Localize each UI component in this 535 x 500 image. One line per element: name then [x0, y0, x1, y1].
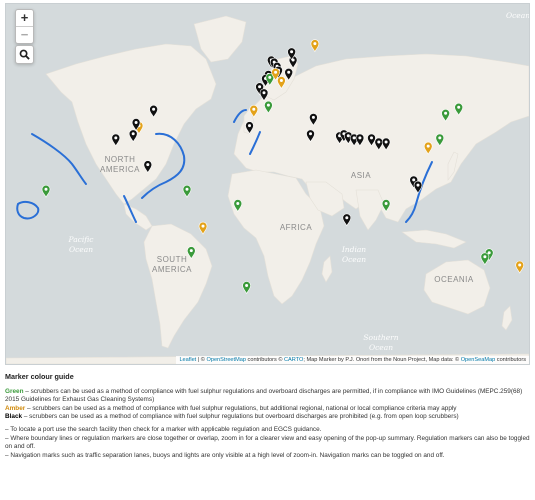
map-marker-green[interactable]	[182, 184, 192, 198]
guide-notes: – To locate a port use the search facili…	[5, 426, 530, 460]
amber-label: Amber	[5, 404, 26, 412]
north-label: NORTH	[105, 155, 136, 164]
amber-text: – scrubbers can be used as a method of c…	[25, 404, 457, 412]
map-marker-green[interactable]	[242, 281, 251, 295]
new-zealand-land	[501, 305, 513, 331]
south-america-land	[143, 223, 213, 349]
world-map[interactable]: Pacific Ocean Indian Ocean Southern Ocea…	[5, 3, 530, 365]
map-attribution: Leaflet | © OpenStreetMap contributors ©…	[176, 356, 529, 364]
eca-line-hawaii	[16, 200, 40, 220]
indian-ocean-label: Ocean	[342, 255, 366, 264]
pacific-ocean-label: Ocean	[69, 245, 93, 254]
note-zoom: – Where boundary lines or regulation mar…	[5, 434, 530, 451]
map-marker-black[interactable]	[342, 213, 352, 227]
land-layer	[6, 15, 529, 364]
eca-line-pacific-alaska	[31, 133, 87, 185]
central-america-land	[123, 203, 153, 231]
search-icon	[19, 49, 30, 60]
south-label: SOUTH	[157, 255, 188, 264]
guide-amber-row: Amber – scrubbers can be used as a metho…	[5, 405, 530, 414]
australia-land	[423, 259, 491, 315]
marker-colour-guide: Marker colour guide Green – scrubbers ca…	[5, 372, 530, 460]
note-navigation: – Navigation marks such as traffic separ…	[5, 451, 445, 459]
openseamap-link[interactable]: OpenSeaMap	[461, 357, 496, 363]
map-canvas: Pacific Ocean Indian Ocean Southern Ocea…	[6, 11, 529, 364]
pacific-label: Pacific	[68, 235, 95, 244]
zoom-in-button[interactable]: +	[16, 10, 33, 27]
guide-green-row: Green – scrubbers can be used as a metho…	[5, 388, 530, 405]
green-text: – scrubbers can be used as a method of c…	[5, 387, 523, 404]
india-land	[355, 189, 385, 231]
attribution-contrib: contributors ©	[245, 357, 284, 363]
black-text: – scrubbers can be used as a method of c…	[22, 413, 459, 421]
map-marker-green[interactable]	[41, 184, 51, 198]
green-label: Green	[5, 387, 24, 395]
osm-link[interactable]: OpenStreetMap	[206, 357, 246, 363]
carto-link[interactable]: CARTO	[284, 357, 303, 363]
search-button[interactable]	[15, 45, 34, 64]
map-marker-green[interactable]	[480, 252, 490, 266]
attribution-tail: contributors	[495, 357, 526, 363]
north-america-land	[45, 43, 217, 205]
madagascar-land	[321, 255, 333, 283]
zoom-out-button[interactable]: −	[16, 27, 33, 43]
guide-heading: Marker colour guide	[5, 372, 74, 381]
map-marker-amber[interactable]	[310, 39, 320, 53]
arctic-ocean-label: Ocean	[506, 11, 529, 20]
indian-label: Indian	[341, 245, 366, 254]
southern-label: Southern	[363, 333, 398, 342]
indonesia-land	[401, 229, 467, 249]
africa-label: AFRICA	[280, 223, 313, 232]
note-search: – To locate a port use the search facili…	[5, 425, 322, 433]
guide-black-row: Black – scrubbers can be used as a metho…	[5, 413, 530, 422]
attribution-marker: ; Map Marker by P.J. Onori from the Noun…	[303, 357, 461, 363]
map-marker-amber[interactable]	[515, 260, 525, 274]
south-america-label: AMERICA	[152, 265, 192, 274]
leaflet-link[interactable]: Leaflet	[179, 357, 196, 363]
black-label: Black	[5, 413, 23, 421]
america-label: AMERICA	[100, 165, 140, 174]
asia-label: ASIA	[351, 171, 371, 180]
zoom-control: + −	[15, 9, 34, 44]
map-marker-amber[interactable]	[198, 221, 208, 235]
oceania-label: OCEANIA	[434, 275, 474, 284]
attribution-sep: | ©	[196, 357, 207, 363]
southern-ocean-label: Ocean	[369, 343, 393, 352]
